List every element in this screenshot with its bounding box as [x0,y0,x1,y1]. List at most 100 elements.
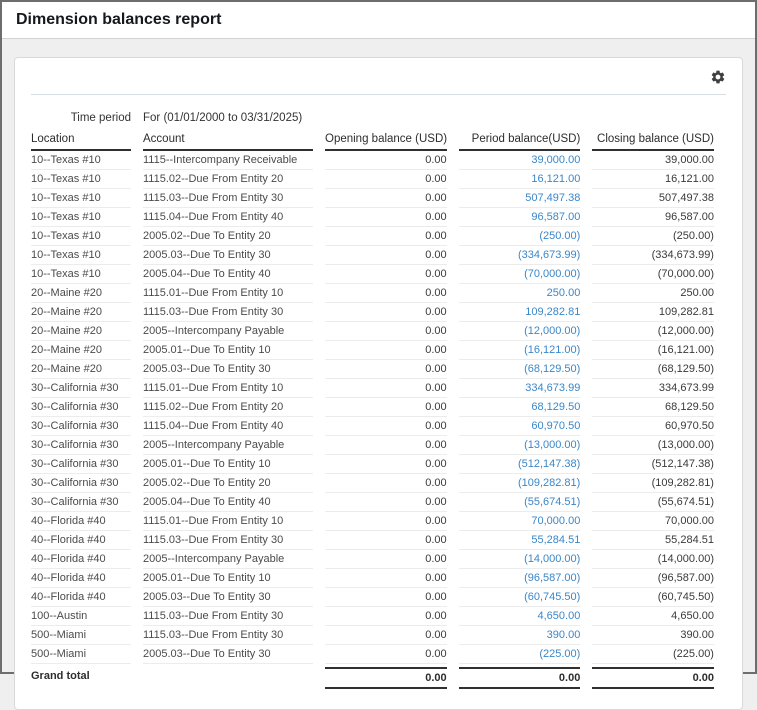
location-cell: 100--Austin [31,607,131,626]
period-balance-link[interactable]: (225.00) [459,645,581,664]
opening-balance-cell: 0.00 [325,512,447,531]
report-card: Time period For (01/01/2000 to 03/31/202… [14,57,743,710]
location-cell: 30--California #30 [31,398,131,417]
table-row: 40--Florida #40 1115.01--Due From Entity… [31,512,714,531]
period-balance-link[interactable]: (512,147.38) [459,455,581,474]
location-cell: 20--Maine #20 [31,341,131,360]
location-cell: 10--Texas #10 [31,151,131,170]
opening-balance-cell: 0.00 [325,265,447,284]
account-cell: 1115.02--Due From Entity 20 [143,398,313,417]
account-cell: 2005.03--Due To Entity 30 [143,246,313,265]
location-cell: 500--Miami [31,645,131,664]
period-balance-link[interactable]: (334,673.99) [459,246,581,265]
column-header-opening-balance: Opening balance (USD) [325,130,447,151]
opening-balance-cell: 0.00 [325,474,447,493]
period-balance-link[interactable]: (96,587.00) [459,569,581,588]
table-header-row: Location Account Opening balance (USD) P… [31,130,714,151]
account-cell: 2005--Intercompany Payable [143,322,313,341]
period-balance-link[interactable]: 16,121.00 [459,170,581,189]
location-cell: 20--Maine #20 [31,360,131,379]
settings-gear-button[interactable] [710,69,726,85]
period-balance-link[interactable]: 4,650.00 [459,607,581,626]
closing-balance-cell: (16,121.00) [592,341,714,360]
opening-balance-cell: 0.00 [325,607,447,626]
table-row: 40--Florida #40 2005.03--Due To Entity 3… [31,588,714,607]
table-row: 100--Austin 1115.03--Due From Entity 30 … [31,607,714,626]
opening-balance-cell: 0.00 [325,626,447,645]
period-balance-link[interactable]: (60,745.50) [459,588,581,607]
account-cell: 1115.02--Due From Entity 20 [143,170,313,189]
table-row: 40--Florida #40 1115.03--Due From Entity… [31,531,714,550]
table-row: 10--Texas #10 1115--Intercompany Receiva… [31,151,714,170]
table-row: 40--Florida #40 2005--Intercompany Payab… [31,550,714,569]
time-period-value: For (01/01/2000 to 03/31/2025) [143,109,313,127]
period-balance-link[interactable]: (16,121.00) [459,341,581,360]
gear-icon [710,69,726,85]
period-balance-link[interactable]: (109,282.81) [459,474,581,493]
time-period-label: Time period [31,109,131,127]
table-row: 20--Maine #20 2005.01--Due To Entity 10 … [31,341,714,360]
grand-total-period: 0.00 [459,667,581,689]
closing-balance-cell: (250.00) [592,227,714,246]
closing-balance-cell: (96,587.00) [592,569,714,588]
opening-balance-cell: 0.00 [325,227,447,246]
location-cell: 30--California #30 [31,436,131,455]
location-cell: 20--Maine #20 [31,284,131,303]
period-balance-link[interactable]: 250.00 [459,284,581,303]
account-cell: 1115.04--Due From Entity 40 [143,208,313,227]
period-balance-link[interactable]: 109,282.81 [459,303,581,322]
grand-total-row: Grand total 0.00 0.00 0.00 [31,667,714,689]
period-balance-link[interactable]: (250.00) [459,227,581,246]
period-balance-link[interactable]: (68,129.50) [459,360,581,379]
period-balance-link[interactable]: 390.00 [459,626,581,645]
period-balance-link[interactable]: 39,000.00 [459,151,581,170]
period-balance-link[interactable]: (13,000.00) [459,436,581,455]
period-balance-link[interactable]: (14,000.00) [459,550,581,569]
account-cell: 2005.03--Due To Entity 30 [143,588,313,607]
toolbar-divider [31,94,726,95]
account-cell: 1115--Intercompany Receivable [143,151,313,170]
table-row: 10--Texas #10 2005.03--Due To Entity 30 … [31,246,714,265]
page-title: Dimension balances report [16,11,221,29]
account-cell: 2005.02--Due To Entity 20 [143,227,313,246]
period-balance-link[interactable]: 70,000.00 [459,512,581,531]
opening-balance-cell: 0.00 [325,379,447,398]
period-balance-link[interactable]: 507,497.38 [459,189,581,208]
location-cell: 40--Florida #40 [31,569,131,588]
opening-balance-cell: 0.00 [325,588,447,607]
table-row: 40--Florida #40 2005.01--Due To Entity 1… [31,569,714,588]
opening-balance-cell: 0.00 [325,360,447,379]
closing-balance-cell: 109,282.81 [592,303,714,322]
location-cell: 10--Texas #10 [31,208,131,227]
account-cell: 2005.01--Due To Entity 10 [143,455,313,474]
period-balance-link[interactable]: 55,284.51 [459,531,581,550]
table-row: 30--California #30 1115.01--Due From Ent… [31,379,714,398]
account-cell: 1115.01--Due From Entity 10 [143,284,313,303]
table-row: 10--Texas #10 1115.03--Due From Entity 3… [31,189,714,208]
period-balance-link[interactable]: (70,000.00) [459,265,581,284]
table-row: 10--Texas #10 1115.04--Due From Entity 4… [31,208,714,227]
opening-balance-cell: 0.00 [325,417,447,436]
closing-balance-cell: (14,000.00) [592,550,714,569]
closing-balance-cell: 250.00 [592,284,714,303]
dimension-balances-table: Time period For (01/01/2000 to 03/31/202… [31,109,726,689]
opening-balance-cell: 0.00 [325,170,447,189]
opening-balance-cell: 0.00 [325,645,447,664]
period-balance-link[interactable]: (55,674.51) [459,493,581,512]
column-header-closing-balance: Closing balance (USD) [592,130,714,151]
period-balance-link[interactable]: 68,129.50 [459,398,581,417]
account-cell: 2005.04--Due To Entity 40 [143,493,313,512]
period-balance-link[interactable]: 60,970.50 [459,417,581,436]
closing-balance-cell: 390.00 [592,626,714,645]
location-cell: 10--Texas #10 [31,265,131,284]
closing-balance-cell: 507,497.38 [592,189,714,208]
opening-balance-cell: 0.00 [325,246,447,265]
grand-total-closing: 0.00 [592,667,714,689]
table-body: 10--Texas #10 1115--Intercompany Receiva… [31,151,714,664]
period-balance-link[interactable]: (12,000.00) [459,322,581,341]
opening-balance-cell: 0.00 [325,550,447,569]
period-balance-link[interactable]: 96,587.00 [459,208,581,227]
report-toolbar [31,68,726,86]
table-row: 20--Maine #20 2005--Intercompany Payable… [31,322,714,341]
period-balance-link[interactable]: 334,673.99 [459,379,581,398]
